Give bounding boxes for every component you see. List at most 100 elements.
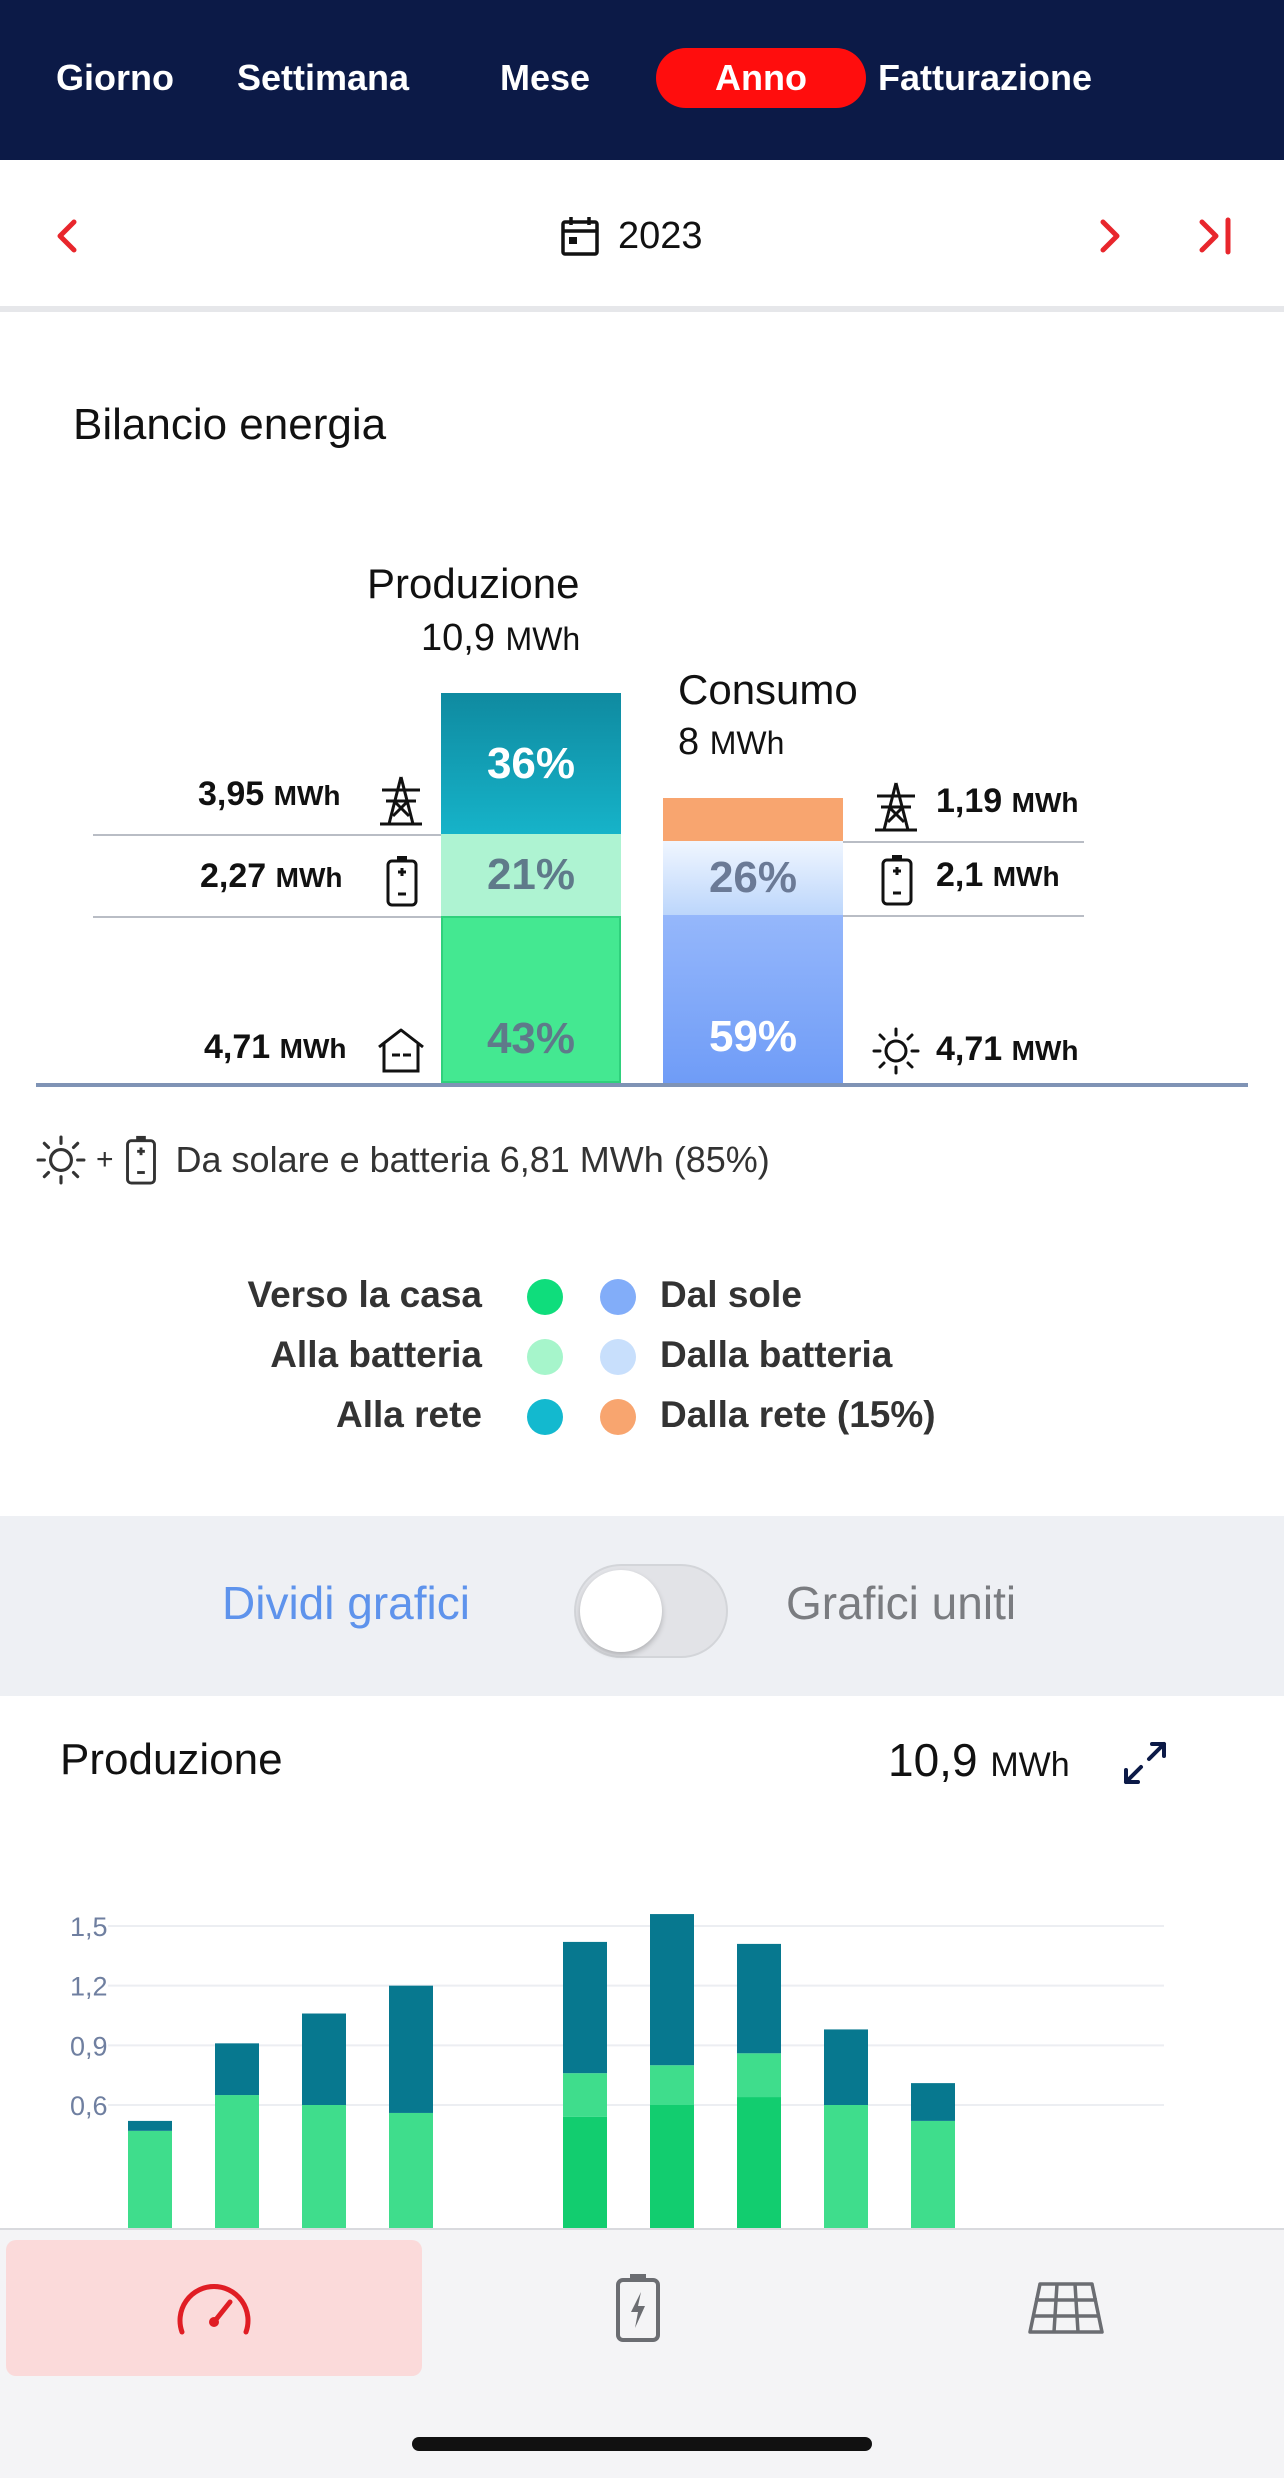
bar-home-ago	[737, 2097, 781, 2230]
production-grid-value: 3,95	[198, 775, 265, 813]
sun-icon	[872, 1027, 920, 1075]
tab-year[interactable]: Anno	[656, 48, 866, 108]
production-grid-segment: 36%	[441, 693, 621, 834]
consumption-grid-label: 1,19 MWh	[936, 782, 1079, 821]
legend-to-grid: Alla rete	[335, 1394, 482, 1435]
legend-dot-to-home	[527, 1279, 563, 1315]
y-tick-label: 1,2	[70, 1972, 108, 2002]
production-home-segment: 43%	[441, 916, 621, 1083]
production-battery-label: 2,27 MWh	[200, 857, 343, 896]
solar-panel-icon	[1028, 2282, 1104, 2334]
tab-day[interactable]: Giorno	[56, 48, 174, 108]
production-battery-value: 2,27	[200, 857, 267, 895]
production-home-unit: MWh	[279, 1033, 347, 1064]
battery-charging-icon	[616, 2274, 660, 2342]
consumption-sun-segment: 59%	[663, 915, 843, 1083]
nav-battery[interactable]	[428, 2240, 848, 2376]
bar-grid-apr	[389, 1985, 433, 2113]
power-pylon-icon	[875, 782, 917, 832]
tab-billing[interactable]: Fatturazione	[878, 48, 1092, 108]
tab-week[interactable]: Settimana	[237, 48, 409, 108]
bar-battery-gen	[128, 2130, 172, 2230]
production-battery-unit: MWh	[275, 862, 343, 893]
consumption-battery-unit: MWh	[992, 861, 1060, 892]
calendar-icon	[561, 217, 599, 256]
production-chart-total-value: 10,9	[888, 1734, 978, 1786]
chart-mode-switch[interactable]	[574, 1564, 728, 1658]
consumption-total-unit: MWh	[709, 725, 785, 761]
y-tick-label: 0,9	[70, 2031, 108, 2061]
legend-to-home: Verso la casa	[247, 1274, 482, 1315]
production-battery-segment: 21%	[441, 834, 621, 916]
bar-grid-giu	[563, 1941, 607, 2074]
home-indicator	[412, 2437, 872, 2451]
bar-grid-gen	[128, 2120, 172, 2131]
bar-battery-set	[824, 2105, 868, 2230]
bar-grid-mar	[302, 2013, 346, 2105]
consumption-total-value: 8	[678, 721, 700, 763]
skip-to-last-icon[interactable]	[1192, 212, 1240, 260]
chevron-left-icon[interactable]	[44, 212, 92, 260]
consumption-grid-unit: MWh	[1011, 787, 1079, 818]
nav-solar[interactable]	[856, 2240, 1276, 2376]
production-home-label: 4,71 MWh	[204, 1028, 347, 1067]
bar-home-giu	[563, 2116, 607, 2230]
production-chart-title: Produzione	[60, 1735, 283, 1784]
bar-battery-apr	[389, 2112, 433, 2230]
bar-grid-set	[824, 2029, 868, 2105]
legend-dot-to-battery	[527, 1339, 563, 1375]
split-charts-label[interactable]: Dividi grafici	[222, 1576, 470, 1630]
nav-dashboard[interactable]	[6, 2240, 422, 2376]
merged-charts-label[interactable]: Grafici uniti	[786, 1576, 1016, 1630]
bar-battery-feb	[215, 2095, 259, 2230]
bar-grid-feb	[215, 2043, 259, 2096]
date-navigator: 2023	[0, 160, 1284, 312]
row-divider	[93, 834, 441, 836]
legend-from-sun: Dal sole	[660, 1274, 802, 1315]
legend-dot-from-battery	[600, 1339, 636, 1375]
expand-icon[interactable]	[1120, 1738, 1170, 1788]
selected-year: 2023	[618, 214, 703, 257]
production-total-value: 10,9	[421, 617, 495, 659]
consumption-sun-value: 4,71	[936, 1030, 1003, 1068]
consumption-grid-segment	[663, 798, 843, 841]
production-total: 10,9 MWh	[421, 617, 580, 660]
sun-icon	[36, 1135, 86, 1185]
chart-baseline	[36, 1083, 1248, 1087]
section-title: Bilancio energia	[73, 400, 387, 449]
consumption-title: Consumo	[678, 666, 858, 713]
production-grid-label: 3,95 MWh	[198, 775, 341, 814]
production-title: Produzione	[367, 560, 580, 607]
consumption-battery-label: 2,1 MWh	[936, 856, 1060, 895]
bar-battery-giu	[563, 2073, 607, 2117]
row-divider	[842, 841, 1084, 843]
y-tick-label: 0,6	[70, 2091, 108, 2121]
chart-mode-toggle-bar: Dividi grafici Grafici uniti	[0, 1516, 1284, 1696]
power-pylon-icon	[380, 776, 422, 826]
bar-battery-ott	[911, 2120, 955, 2230]
tab-month[interactable]: Mese	[500, 48, 590, 108]
production-grid-unit: MWh	[273, 780, 341, 811]
bar-grid-ott	[911, 2083, 955, 2121]
consumption-battery-value: 2,1	[936, 856, 984, 894]
production-chart-svg: 1,5 1,2 0,9 0,6	[70, 1912, 1164, 2230]
battery-icon	[881, 855, 913, 906]
solar-battery-text: Da solare e batteria 6,81 MWh (85%)	[175, 1139, 770, 1180]
bar-battery-ago	[737, 2053, 781, 2098]
production-chart-total: 10,9 MWh	[888, 1733, 1070, 1787]
switch-knob[interactable]	[580, 1570, 662, 1652]
bar-home-lug	[650, 2105, 694, 2230]
legend-to-battery: Alla batteria	[270, 1334, 482, 1375]
consumption-sun-label: 4,71 MWh	[936, 1030, 1079, 1069]
y-tick-label: 1,5	[70, 1912, 108, 1942]
date-picker[interactable]: 2023	[560, 210, 703, 262]
solar-battery-summary: + Da solare e batteria 6,81 MWh (85%)	[36, 1130, 770, 1190]
production-total-unit: MWh	[505, 621, 581, 657]
legend-dot-from-sun	[600, 1279, 636, 1315]
production-chart: 1,5 1,2 0,9 0,6	[0, 1820, 1284, 2230]
plus-sign: +	[96, 1143, 114, 1176]
chevron-right-icon[interactable]	[1085, 212, 1133, 260]
battery-icon	[386, 856, 418, 907]
bar-grid-lug	[650, 1914, 694, 2066]
row-divider	[842, 915, 1084, 917]
